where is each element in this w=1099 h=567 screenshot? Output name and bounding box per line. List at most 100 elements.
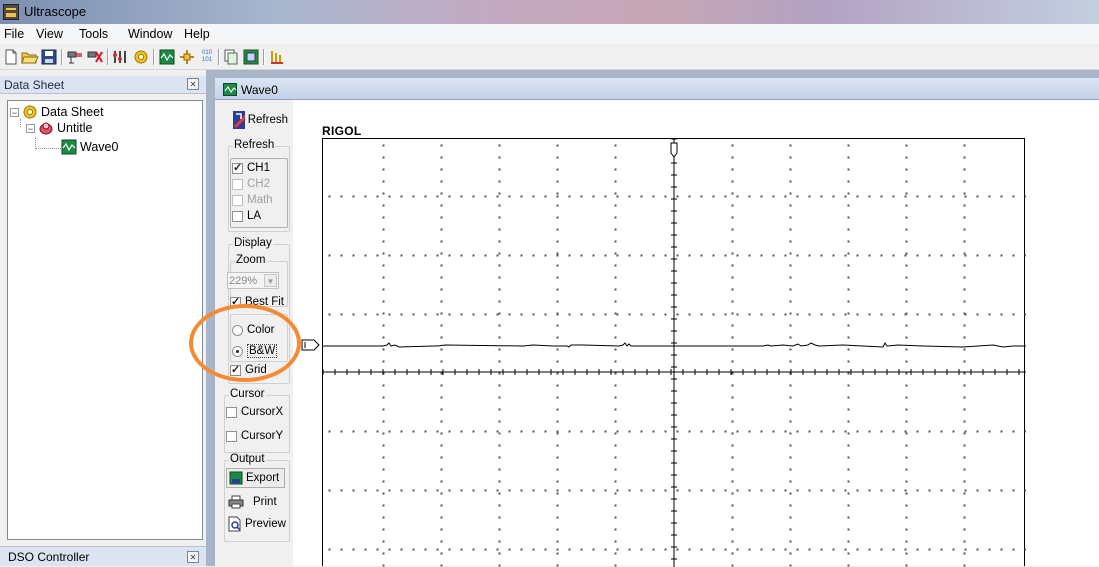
grid-dot [844, 489, 847, 492]
grid-dot [544, 548, 547, 551]
grid-dot [928, 548, 931, 551]
tree-node-datasheet[interactable]: − Data Sheet [10, 104, 104, 120]
grid-dot [905, 468, 908, 471]
grid-dot [784, 489, 787, 492]
grid-dot [847, 492, 850, 495]
disconnect-icon[interactable] [86, 48, 104, 66]
grid-dot [748, 313, 751, 316]
math-checkbox: Math [232, 194, 273, 206]
grid-dot [498, 144, 501, 147]
grid-dot [963, 252, 966, 255]
new-icon[interactable] [2, 48, 20, 66]
grid-dot [424, 548, 427, 551]
grid-dot [556, 216, 559, 219]
grid-dot [568, 548, 571, 551]
checkbox-box[interactable] [226, 406, 237, 418]
grid-dot [731, 276, 734, 279]
save-icon[interactable] [40, 48, 58, 66]
grid-dot [604, 489, 607, 492]
cursor-y-checkbox[interactable]: CursorY [226, 430, 283, 442]
cursor-icon[interactable] [178, 48, 196, 66]
waveform-icon[interactable] [158, 48, 176, 66]
grid-dot [731, 540, 734, 543]
grid-dot [731, 396, 734, 399]
menu-tools[interactable]: Tools [79, 27, 108, 41]
export-button[interactable]: Export [226, 468, 285, 488]
grid-dot [676, 254, 679, 257]
connect-icon[interactable] [66, 48, 84, 66]
tree-node-label: Wave0 [80, 140, 119, 154]
close-icon[interactable]: ✕ [187, 78, 199, 90]
grid-dot [789, 336, 792, 339]
grid-dot [731, 360, 734, 363]
grid-dot [614, 156, 617, 159]
grid-dot [676, 313, 679, 316]
grid-dot [963, 480, 966, 483]
grid-dot [905, 396, 908, 399]
grid-dot [847, 516, 850, 519]
grid-dot [789, 504, 792, 507]
chevron-down-icon[interactable]: ▼ [264, 274, 277, 287]
checkbox-box[interactable] [232, 210, 243, 222]
grid-dot [784, 548, 787, 551]
grid-dot [784, 430, 787, 433]
grid-dot [847, 192, 850, 195]
grid-dot [436, 195, 439, 198]
checkbox-box[interactable] [226, 430, 237, 442]
grid-dot [604, 254, 607, 257]
collapse-icon[interactable]: − [10, 107, 19, 117]
tools-icon[interactable] [112, 48, 130, 66]
settings-icon[interactable] [132, 48, 150, 66]
grid-dot [440, 516, 443, 519]
open-icon[interactable] [21, 48, 39, 66]
grid-dot [664, 254, 667, 257]
preview-button[interactable]: Preview [226, 514, 286, 534]
grid-dot [905, 432, 908, 435]
cursor-x-checkbox[interactable]: CursorX [226, 406, 283, 418]
grid-dot [340, 195, 343, 198]
refresh-button[interactable]: Refresh [232, 110, 288, 130]
menu-view[interactable]: View [36, 27, 63, 41]
grid-dot [892, 313, 895, 316]
grid-dot [928, 489, 931, 492]
checkbox-box[interactable] [232, 161, 243, 174]
grid-dot [905, 204, 908, 207]
grid-dot [424, 313, 427, 316]
binary-data-icon[interactable]: 010 101 [198, 48, 216, 66]
waveform-icon [223, 83, 237, 96]
grid-dot [789, 468, 792, 471]
print-button[interactable]: Print [226, 492, 285, 512]
tree-node-wave0[interactable]: Wave0 [61, 139, 118, 155]
menu-file[interactable]: File [4, 27, 24, 41]
collapse-icon[interactable]: − [26, 123, 35, 133]
la-checkbox[interactable]: LA [232, 210, 261, 222]
grid-dot [424, 430, 427, 433]
measure-icon[interactable] [242, 48, 260, 66]
close-icon[interactable]: ✕ [187, 551, 199, 563]
grid-dot [498, 180, 501, 183]
copy-icon[interactable] [222, 48, 240, 66]
ultrascope-app-icon[interactable] [3, 4, 19, 20]
grid-dot [498, 480, 501, 483]
tree-node-untitle[interactable]: − Untitle [26, 120, 92, 136]
menu-window[interactable]: Window [128, 27, 172, 41]
ch1-checkbox[interactable]: CH1 [232, 161, 270, 174]
menu-bar: File View Tools Window Help [0, 24, 1099, 44]
grid-dot [731, 432, 734, 435]
grid-dot [963, 396, 966, 399]
grid-dot [484, 548, 487, 551]
menu-help[interactable]: Help [184, 27, 210, 41]
grid-dot [731, 468, 734, 471]
grid-dot [498, 372, 501, 375]
grid-dot [364, 313, 367, 316]
grid-dot [1024, 430, 1026, 433]
grid-dot [556, 204, 559, 207]
grid-dot [556, 300, 559, 303]
grid-dot [614, 408, 617, 411]
waveform-icon [61, 139, 77, 155]
grid-dot [556, 195, 559, 198]
record-icon[interactable] [268, 48, 286, 66]
grid-dot [640, 195, 643, 198]
grid-dot [789, 168, 792, 171]
zoom-select[interactable]: 229% ▼ [227, 272, 279, 289]
